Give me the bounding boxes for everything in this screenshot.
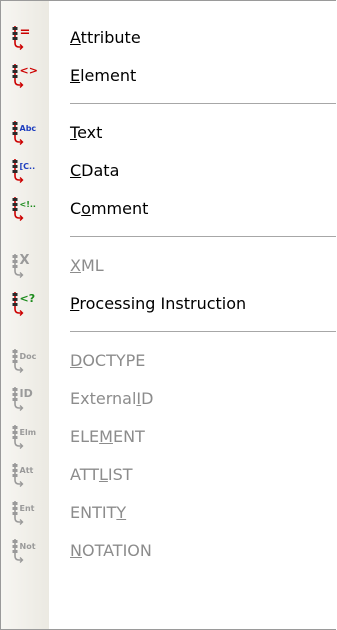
svg-text:<>: <> <box>20 64 38 77</box>
entity-icon: Ent <box>9 497 39 527</box>
menu-item-label: Attribute <box>70 27 141 47</box>
svg-text:X: X <box>20 253 30 268</box>
menu-item-notation[interactable]: Not NOTATION <box>1 531 336 569</box>
menu-item-label: Comment <box>70 198 149 218</box>
insert-node-context-menu: = Attribute <> Element Abc Text [C.. CDa… <box>0 0 336 630</box>
menu-item-label: Text <box>70 122 103 142</box>
menu-item-label: ELEMENT <box>70 426 145 446</box>
element-decl-icon: Elm <box>9 421 39 451</box>
menu-item-attribute[interactable]: = Attribute <box>1 18 336 56</box>
menu-item-label: NOTATION <box>70 540 152 560</box>
menu-item-label: Element <box>70 65 137 85</box>
svg-text:Elm: Elm <box>20 428 37 437</box>
svg-text:Doc: Doc <box>20 352 37 361</box>
menu-item-element[interactable]: <> Element <box>1 56 336 94</box>
menu-item-label: ATTLIST <box>70 464 133 484</box>
menu-item-label: ExternalID <box>70 388 154 408</box>
xml-icon: X <box>9 250 39 280</box>
menu-item-label: Processing Instruction <box>70 293 247 313</box>
menu-item-entity[interactable]: Ent ENTITY <box>1 493 336 531</box>
menu-item-processing-instruction[interactable]: <? Processing Instruction <box>1 284 336 322</box>
processing-instruction-icon: <? <box>9 288 39 318</box>
svg-text:Ent: Ent <box>20 504 35 513</box>
menu-separator <box>1 227 336 246</box>
menu-separator <box>1 94 336 113</box>
svg-text:Not: Not <box>20 542 36 551</box>
svg-text:=: = <box>20 25 31 40</box>
menu-item-label: ENTITY <box>70 502 127 522</box>
menu-item-attlist[interactable]: Att ATTLIST <box>1 455 336 493</box>
notation-icon: Not <box>9 535 39 565</box>
external-id-icon: ID <box>9 383 39 413</box>
element-icon: <> <box>9 60 39 90</box>
cdata-icon: [C.. <box>9 155 39 185</box>
menu-item-doctype[interactable]: Doc DOCTYPE <box>1 341 336 379</box>
svg-text:Abc: Abc <box>20 124 37 133</box>
comment-icon: <!.. <box>9 193 39 223</box>
svg-text:[C..: [C.. <box>20 162 36 171</box>
svg-text:<!..: <!.. <box>20 200 36 209</box>
menu-item-xml[interactable]: X XML <box>1 246 336 284</box>
text-icon: Abc <box>9 117 39 147</box>
menu-item-external-id[interactable]: ID ExternalID <box>1 379 336 417</box>
menu-item-cdata[interactable]: [C.. CData <box>1 151 336 189</box>
svg-text:<?: <? <box>20 292 36 305</box>
svg-text:ID: ID <box>20 387 33 400</box>
menu-item-element-declaration[interactable]: Elm ELEMENT <box>1 417 336 455</box>
menu-item-label: CData <box>70 160 120 180</box>
menu-items: = Attribute <> Element Abc Text [C.. CDa… <box>1 1 336 569</box>
attlist-icon: Att <box>9 459 39 489</box>
svg-text:Att: Att <box>20 466 34 475</box>
menu-separator <box>1 322 336 341</box>
menu-item-comment[interactable]: <!.. Comment <box>1 189 336 227</box>
menu-item-text[interactable]: Abc Text <box>1 113 336 151</box>
menu-item-label: XML <box>70 255 104 275</box>
attribute-icon: = <box>9 22 39 52</box>
menu-item-label: DOCTYPE <box>70 350 146 370</box>
doctype-icon: Doc <box>9 345 39 375</box>
